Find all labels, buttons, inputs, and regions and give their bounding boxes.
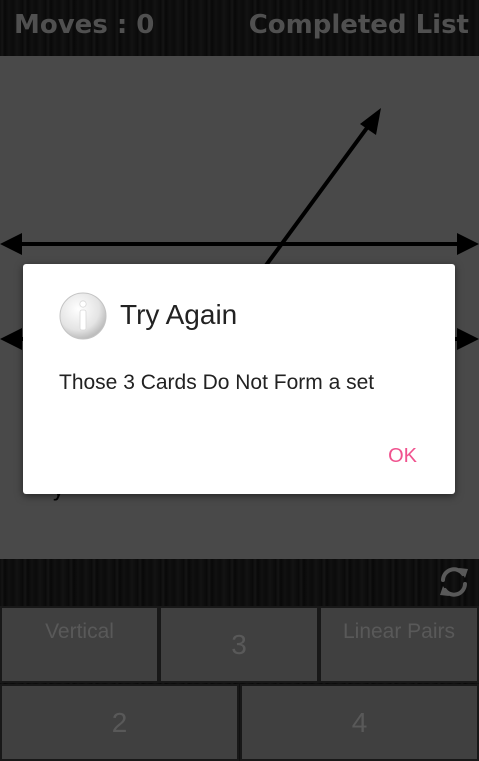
info-icon — [59, 292, 107, 340]
dialog-title: Try Again — [120, 299, 238, 330]
ok-button[interactable]: OK — [380, 441, 425, 472]
try-again-dialog: Try Again Those 3 Cards Do Not Form a se… — [23, 264, 455, 494]
dialog-message: Those 3 Cards Do Not Form a set — [59, 371, 375, 394]
